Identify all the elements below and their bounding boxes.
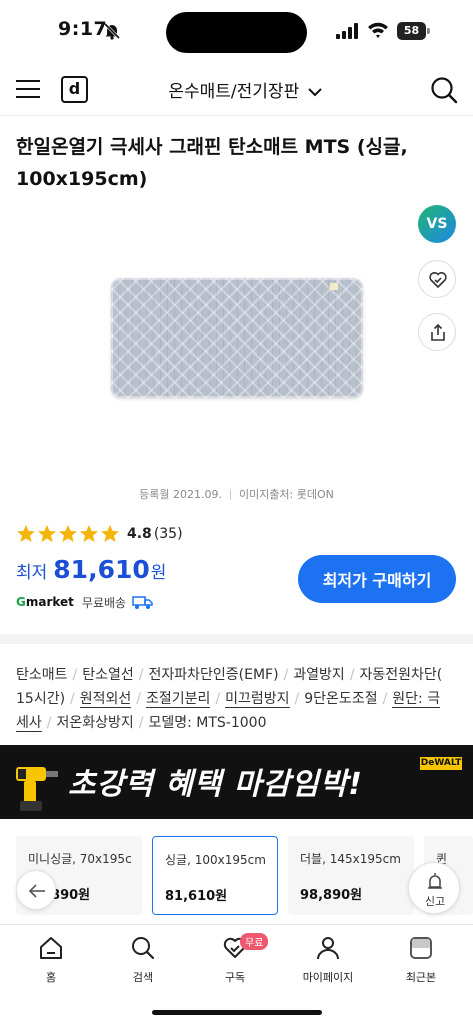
image-meta: 등록월 2021.09. 이미지출처: 롯데ON: [0, 486, 473, 502]
rating-row[interactable]: 4.8 (35): [16, 523, 183, 545]
spec-item: 전자파차단인증(EMF): [148, 667, 279, 683]
report-button[interactable]: 신고: [408, 862, 460, 914]
promo-banner[interactable]: 초강력 혜택 마감임박!: [0, 745, 473, 819]
tab-subscribe[interactable]: 무료 구독: [190, 933, 280, 995]
search-icon[interactable]: [430, 76, 458, 104]
mat-controller-tag: [330, 283, 338, 290]
option-price: 81,610원: [165, 889, 228, 904]
tab-label: 구독: [224, 971, 246, 984]
bottom-tab-bar: 홈 검색 무료 구독 마이페이지 최근본: [0, 924, 473, 1024]
back-button[interactable]: [16, 870, 56, 910]
option-name: 더블, 145x195cm: [300, 852, 401, 866]
option-name: 싱글, 100x195cm: [165, 853, 266, 867]
battery-level: 58: [397, 22, 426, 40]
spec-tags: 탄소매트 / 탄소열선 / 전자파차단인증(EMF) / 과열방지 / 자동전원차단( 15시간…: [16, 663, 460, 735]
spec-link[interactable]: 미끄럼방지: [225, 691, 290, 708]
star-icon: [59, 525, 77, 542]
hamburger-menu-icon[interactable]: [16, 79, 42, 99]
spec-line: 탄소매트 / 탄소열선 / 전자파차단인증(EMF) / 과열방지 / 자동전원차단(: [16, 667, 443, 683]
spec-link[interactable]: 원단: 극: [392, 691, 441, 708]
price-unit: 원: [150, 563, 167, 583]
arrow-left-icon: [28, 884, 45, 898]
spec-item: 자동전원차단(: [359, 667, 443, 683]
tab-home[interactable]: 홈: [6, 935, 96, 995]
dynamic-island: [166, 12, 307, 53]
dewalt-logo: DeWALT: [420, 757, 462, 770]
option-strip: 미니싱글, 70x195c 79,890원 싱글, 100x195cm 81,6…: [0, 836, 473, 916]
rating-count: (35): [153, 526, 183, 542]
lowest-price: 최저 81,610 원: [16, 555, 166, 589]
status-bar: 9:17 58: [0, 0, 473, 62]
product-image[interactable]: [111, 278, 363, 398]
star-icon: [80, 525, 98, 542]
category-label: 온수매트/전기장판: [168, 82, 300, 102]
tab-label: 홈: [45, 971, 57, 984]
siren-icon: [428, 873, 442, 889]
compare-vs-button[interactable]: VS: [418, 205, 456, 243]
star-icon: [17, 525, 35, 542]
spec-link[interactable]: 세사: [16, 715, 42, 732]
chevron-down-icon: [307, 88, 322, 97]
drill-icon: [16, 767, 58, 811]
category-dropdown[interactable]: 온수매트/전기장판: [150, 77, 340, 103]
tab-label: 검색: [132, 971, 154, 984]
spec-item: 과열방지: [293, 667, 345, 683]
tab-label: 최근본: [405, 971, 437, 984]
spec-item: 15시간): [16, 691, 66, 707]
battery-icon: 58: [397, 22, 431, 40]
star-icon: [38, 525, 56, 542]
shipping-text: 무료배송: [81, 595, 127, 610]
danawa-logo-icon[interactable]: d: [61, 76, 88, 103]
price-value: 81,610: [53, 555, 150, 584]
gmarket-logo: Gmarket: [16, 595, 74, 609]
buy-lowest-price-button[interactable]: 최저가 구매하기: [298, 555, 456, 603]
spec-link[interactable]: 조절기분리: [146, 691, 211, 708]
spec-item: 탄소열선: [82, 667, 134, 683]
spec-item: 모델명: MTS-1000: [148, 715, 267, 731]
spec-item: 9단온도조절: [304, 691, 378, 707]
tab-label: 마이페이지: [302, 971, 354, 984]
person-icon: [317, 937, 339, 960]
price-label: 최저: [16, 563, 48, 583]
section-divider: [0, 634, 473, 644]
top-nav: d 온수매트/전기장판: [0, 62, 473, 116]
spec-item: 탄소매트: [16, 667, 68, 683]
free-badge: 무료: [240, 933, 269, 950]
share-icon: [431, 323, 445, 341]
search-icon: [132, 937, 155, 960]
spec-link[interactable]: 원적외선: [79, 691, 132, 708]
option-card-selected[interactable]: 싱글, 100x195cm 81,610원: [152, 836, 278, 915]
signal-icon: [336, 23, 358, 39]
rating-score: 4.8: [127, 526, 152, 542]
recent-icon: [410, 937, 432, 959]
product-title: 한일온열기 극세사 그래핀 탄소매트 MTS (싱글, 100x195cm): [16, 136, 408, 190]
shop-info[interactable]: Gmarket 무료배송: [16, 592, 154, 612]
truck-icon: [132, 596, 153, 609]
star-icon: [101, 525, 119, 542]
option-name: 미니싱글, 70x195c: [28, 852, 132, 866]
tab-search[interactable]: 검색: [98, 935, 188, 995]
bell-off-icon: [103, 22, 121, 40]
option-card[interactable]: 더블, 145x195cm 98,890원: [288, 836, 414, 915]
report-label: 신고: [424, 895, 446, 908]
status-time: 9:17: [58, 18, 108, 40]
heart-check-icon: [429, 272, 447, 288]
option-price: 98,890원: [300, 888, 363, 903]
tab-mypage[interactable]: 마이페이지: [283, 935, 373, 995]
spec-line: 세사 / 저온화상방지 / 모델명: MTS-1000: [16, 715, 267, 732]
image-source: 이미지출처: 롯데ON: [238, 488, 334, 501]
banner-text: 초강력 혜택 마감임박!: [68, 767, 363, 802]
wifi-icon: [368, 22, 388, 38]
share-button[interactable]: [418, 313, 456, 351]
home-icon: [40, 937, 62, 959]
home-indicator: [152, 1010, 322, 1015]
registered-date: 등록월 2021.09.: [139, 488, 222, 501]
wishlist-button[interactable]: [418, 260, 456, 298]
spec-line: 15시간) / 원적외선 / 조절기분리 / 미끄럼방지/9단온도조절 / 원단: 극: [16, 691, 441, 708]
tab-recent[interactable]: 최근본: [376, 935, 466, 995]
spec-item: 저온화상방지: [56, 715, 134, 731]
